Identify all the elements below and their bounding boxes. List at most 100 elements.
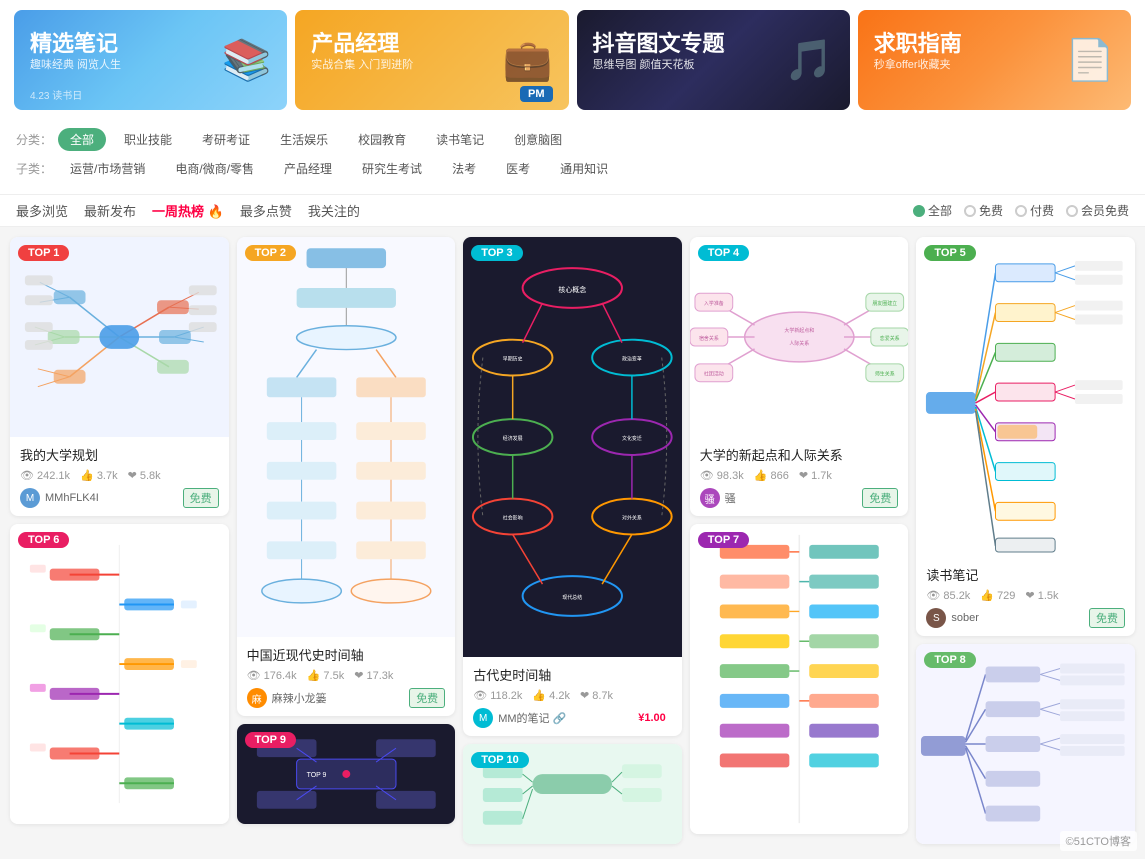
card-top10-image: TOP 10 — [463, 744, 682, 844]
card-top4-title: 大学的新起点和人际关系 — [700, 445, 899, 464]
radio-vip[interactable]: 会员免费 — [1066, 202, 1129, 219]
stat-views-2: 👁 176.4k — [247, 669, 297, 682]
filter-sub-med[interactable]: 医考 — [494, 157, 542, 180]
radio-free-label: 免费 — [979, 202, 1003, 219]
badge-top5: TOP 5 — [924, 245, 975, 261]
filter-sub-ecom[interactable]: 电商/微商/零售 — [163, 157, 266, 180]
card-top2-stats: 👁 176.4k 👍 7.5k ❤ 17.3k — [247, 669, 446, 682]
banner-1-title: 精选笔记 — [30, 26, 118, 58]
filter-sub-ops[interactable]: 运营/市场营销 — [58, 157, 157, 180]
radio-vip-circle — [1066, 205, 1078, 217]
radio-all[interactable]: 全部 — [913, 202, 952, 219]
card-top3[interactable]: 核心概念 — [463, 237, 682, 736]
badge-top2: TOP 2 — [245, 245, 296, 261]
svg-text:对外关系: 对外关系 — [622, 515, 642, 522]
col-1: TOP 1 我的大学规划 👁 242.1k 👍 3.7k ❤ 5.8k M MM… — [10, 237, 229, 824]
filter-tag-reading[interactable]: 读书笔记 — [424, 128, 496, 151]
sort-most-likes[interactable]: 最多点赞 — [240, 201, 292, 220]
filter-tag-all[interactable]: 全部 — [58, 128, 106, 151]
stat-favs-4: ❤ 1.7k — [799, 469, 832, 482]
sort-latest[interactable]: 最新发布 — [84, 201, 136, 220]
author-name-top5: sober — [951, 612, 979, 624]
category-row: 分类： 全部 职业技能 考研考证 生活娱乐 校园教育 读书笔记 创意脑图 — [16, 128, 1129, 151]
filter-sub-postgrad[interactable]: 研究生考试 — [350, 157, 434, 180]
banner-4-title: 求职指南 — [874, 26, 962, 58]
price-top3: ¥1.00 — [632, 711, 672, 725]
badge-top1: TOP 1 — [18, 245, 69, 261]
col-4: 大学新起点和 人际关系 入学准备 — [690, 237, 909, 834]
subcategory-label: 子类： — [16, 160, 52, 177]
card-top6[interactable]: TOP 6 — [10, 524, 229, 824]
badge-top6: TOP 6 — [18, 532, 69, 548]
card-grid: TOP 1 我的大学规划 👁 242.1k 👍 3.7k ❤ 5.8k M MM… — [10, 237, 1135, 844]
card-top2[interactable]: TOP 2 中国近现代史时间轴 👁 176.4k 👍 7.5k ❤ 17.3k … — [237, 237, 456, 716]
banner-3[interactable]: 抖音图文专题 思维导图 颜值天花板 🎵 — [577, 10, 850, 110]
radio-all-circle — [913, 205, 925, 217]
watermark: ©51CTO博客 — [1060, 831, 1137, 851]
stat-likes-5: 👍 729 — [980, 589, 1015, 602]
svg-text:人际关系: 人际关系 — [789, 340, 809, 347]
badge-top7: TOP 7 — [698, 532, 749, 548]
card-top4[interactable]: 大学新起点和 人际关系 入学准备 — [690, 237, 909, 516]
sort-most-views[interactable]: 最多浏览 — [16, 201, 68, 220]
filter-tag-campus[interactable]: 校园教育 — [346, 128, 418, 151]
filter-tag-exam[interactable]: 考研考证 — [190, 128, 262, 151]
avatar-top3: M — [473, 708, 493, 728]
svg-text:入学准备: 入学准备 — [704, 300, 724, 307]
sort-hot-week[interactable]: 一周热榜 🔥 — [152, 201, 224, 220]
card-top4-footer: 骚 骚 免费 — [700, 488, 899, 508]
card-top1[interactable]: TOP 1 我的大学规划 👁 242.1k 👍 3.7k ❤ 5.8k M MM… — [10, 237, 229, 516]
filter-sub-pm[interactable]: 产品经理 — [272, 157, 344, 180]
col-2: TOP 2 中国近现代史时间轴 👁 176.4k 👍 7.5k ❤ 17.3k … — [237, 237, 456, 824]
filter-area: 分类： 全部 职业技能 考研考证 生活娱乐 校园教育 读书笔记 创意脑图 子类：… — [0, 120, 1145, 195]
card-top5[interactable]: TOP 5 读书笔记 👁 85.2k 👍 729 ❤ 1.5k S sober — [916, 237, 1135, 636]
radio-all-label: 全部 — [928, 202, 952, 219]
svg-text:早期历史: 早期历史 — [503, 356, 523, 363]
radio-free[interactable]: 免费 — [964, 202, 1003, 219]
card-top7[interactable]: TOP 7 — [690, 524, 909, 834]
banner-3-title: 抖音图文专题 — [593, 26, 725, 58]
card-top5-stats: 👁 85.2k 👍 729 ❤ 1.5k — [926, 589, 1125, 602]
card-top2-footer: 麻 麻辣小龙篓 免费 — [247, 688, 446, 708]
radio-free-circle — [964, 205, 976, 217]
banner-4-sub: 秒拿offer收藏夹 — [874, 56, 951, 72]
card-top4-stats: 👁 98.3k 👍 866 ❤ 1.7k — [700, 469, 899, 482]
author-name-top3: MM的笔记 🔗 — [498, 710, 566, 726]
svg-text:经济发展: 经济发展 — [503, 435, 523, 442]
filter-sub-general[interactable]: 通用知识 — [548, 157, 620, 180]
card-top5-author: S sober — [926, 608, 979, 628]
banner-4[interactable]: 求职指南 秒拿offer收藏夹 📄 — [858, 10, 1131, 110]
card-top3-title: 古代史时间轴 — [473, 665, 672, 684]
svg-text:文化变迁: 文化变迁 — [622, 435, 642, 442]
banner-2[interactable]: 产品经理 实战合集 入门到进阶 💼 PM — [295, 10, 568, 110]
filter-tag-life[interactable]: 生活娱乐 — [268, 128, 340, 151]
svg-text:现代总结: 现代总结 — [563, 594, 583, 601]
card-top1-body: 我的大学规划 👁 242.1k 👍 3.7k ❤ 5.8k M MMhFLK4I… — [10, 437, 229, 516]
badge-top8: TOP 8 — [924, 652, 975, 668]
badge-top4: TOP 4 — [698, 245, 749, 261]
card-top10[interactable]: TOP 10 — [463, 744, 682, 844]
subcategory-row: 子类： 运营/市场营销 电商/微商/零售 产品经理 研究生考试 法考 医考 通用… — [16, 157, 1129, 180]
stat-likes-4: 👍 866 — [754, 469, 789, 482]
card-top8-image: TOP 8 — [916, 644, 1135, 844]
banner-1-icon: 📚 — [221, 37, 271, 84]
sort-following[interactable]: 我关注的 — [308, 201, 360, 220]
card-top8[interactable]: TOP 8 — [916, 644, 1135, 844]
banner-1[interactable]: 精选笔记 趣味经典 阅览人生 📚 4.23 读书日 — [14, 10, 287, 110]
radio-paid-circle — [1015, 205, 1027, 217]
card-top7-image: TOP 7 — [690, 524, 909, 834]
card-top4-image: 大学新起点和 人际关系 入学准备 — [690, 237, 909, 437]
card-top9[interactable]: TOP 9 TOP 9 — [237, 724, 456, 824]
card-top1-stats: 👁 242.1k 👍 3.7k ❤ 5.8k — [20, 469, 219, 482]
radio-paid[interactable]: 付费 — [1015, 202, 1054, 219]
filter-tag-skills[interactable]: 职业技能 — [112, 128, 184, 151]
card-top2-title: 中国近现代史时间轴 — [247, 645, 446, 664]
filter-sub-law[interactable]: 法考 — [440, 157, 488, 180]
stat-views-3: 👁 118.2k — [473, 689, 522, 702]
svg-text:师生关系: 师生关系 — [875, 371, 895, 378]
sort-right: 全部 免费 付费 会员免费 — [913, 202, 1129, 219]
card-top1-title: 我的大学规划 — [20, 445, 219, 464]
filter-tag-creative[interactable]: 创意脑图 — [502, 128, 574, 151]
sort-left: 最多浏览 最新发布 一周热榜 🔥 最多点赞 我关注的 — [16, 201, 360, 220]
card-top2-author: 麻 麻辣小龙篓 — [247, 688, 327, 708]
